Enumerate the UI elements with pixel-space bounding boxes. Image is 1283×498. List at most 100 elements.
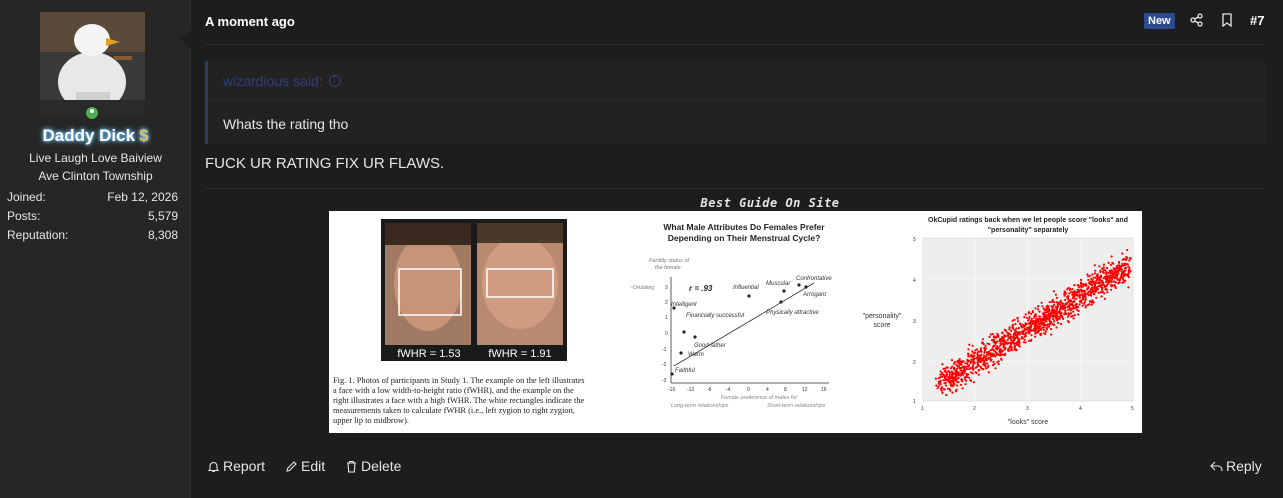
scatter-point	[1067, 308, 1070, 311]
svg-text:-16: -16	[668, 387, 675, 393]
scatter-point	[1127, 271, 1130, 274]
svg-text:3: 3	[1026, 406, 1029, 412]
scatter-point	[999, 348, 1003, 351]
svg-text:-8: -8	[707, 387, 712, 393]
scatter-point	[974, 366, 977, 369]
scatter-point	[1054, 293, 1057, 296]
scatter-point	[1040, 301, 1043, 304]
scatter-point	[1053, 303, 1056, 306]
scatter-point	[973, 361, 976, 365]
post-number[interactable]: #7	[1250, 13, 1264, 28]
post-image[interactable]: fWHR = 1.53 fWHR = 1.91 Fig. 1. Photos o…	[329, 211, 1142, 433]
scatter-point	[972, 381, 975, 384]
scatter-point	[1110, 277, 1113, 280]
scatter-point	[1029, 323, 1032, 326]
username[interactable]: Daddy Dick $	[0, 126, 191, 146]
scatter-point	[1013, 318, 1016, 321]
delete-button[interactable]: Delete	[345, 458, 401, 474]
scatter-point	[991, 364, 995, 367]
edit-button[interactable]: Edit	[285, 458, 325, 474]
scatter-point	[986, 352, 990, 355]
scatter-point	[994, 355, 997, 358]
scatter-point	[1018, 338, 1021, 341]
share-icon[interactable]	[1190, 13, 1204, 27]
scatter-point	[1084, 306, 1087, 309]
scatter-point	[952, 377, 955, 380]
scatter-point	[936, 387, 939, 390]
scatter-point	[1106, 274, 1109, 277]
scatter-point	[990, 353, 993, 356]
scatter-point	[1068, 288, 1072, 292]
scatter-point	[945, 393, 948, 397]
scatter-point	[981, 338, 985, 341]
scatter-point	[1087, 278, 1090, 282]
scatter-point	[1105, 271, 1108, 274]
reply-button[interactable]: Reply	[1210, 458, 1262, 474]
scatter-point	[1018, 332, 1021, 335]
scatter-point	[1066, 288, 1069, 291]
scatter-point	[1044, 311, 1048, 314]
scatter-point	[960, 378, 963, 381]
scatter-point	[1001, 337, 1004, 340]
avatar[interactable]	[40, 12, 145, 117]
scatter-point	[1000, 358, 1003, 361]
chart2-ovulating: ~Ovulating	[630, 285, 654, 291]
scatter-point	[1102, 271, 1105, 274]
scatter-point	[976, 351, 979, 354]
scatter-point	[1059, 307, 1062, 310]
scatter-point	[995, 341, 998, 344]
online-status-icon	[84, 105, 100, 121]
chart2-title-line2: Depending on Their Menstrual Cycle?	[668, 233, 821, 243]
quote-author[interactable]: wizardious said:	[223, 73, 341, 89]
scatter-point	[1117, 282, 1120, 285]
scatter-point	[1002, 353, 1005, 356]
scatter-point	[1055, 308, 1059, 311]
scatter-point	[951, 371, 954, 374]
bookmark-icon[interactable]	[1220, 13, 1234, 27]
scatter-point	[996, 334, 1000, 337]
scatter-point	[1082, 298, 1085, 301]
chart2-ylabel1: Fertility status of	[649, 258, 690, 264]
quote-block: wizardious said: Whats the rating tho	[205, 61, 1266, 144]
scatter-point	[957, 362, 961, 365]
scatter-point	[941, 386, 944, 389]
scatter-point	[1052, 318, 1055, 321]
post-timestamp[interactable]: A moment ago	[205, 14, 295, 29]
scatter-point	[1051, 314, 1054, 317]
scatter-point	[1058, 310, 1061, 313]
scatter-point	[1040, 332, 1043, 335]
scatter-point	[1091, 299, 1094, 302]
scatter-point	[976, 361, 979, 364]
header-divider	[205, 44, 1266, 45]
scatter-point	[1016, 343, 1020, 346]
scatter-point	[1095, 274, 1099, 277]
report-button[interactable]: Report	[207, 458, 265, 474]
scatter-point	[982, 368, 985, 371]
scatter-point	[951, 391, 954, 394]
scatter-point	[962, 370, 965, 373]
scatter-point	[1020, 336, 1024, 339]
scatter-point	[1103, 297, 1106, 300]
scatter-point	[1089, 293, 1092, 296]
svg-text:-12: -12	[687, 387, 694, 393]
scatter-point	[1100, 267, 1104, 270]
scatter-point	[1017, 327, 1021, 330]
scatter-point	[1098, 280, 1101, 283]
scatter-point	[1071, 314, 1074, 318]
fwhr-left-label: fWHR = 1.53	[397, 348, 460, 360]
go-to-quote-icon[interactable]	[328, 73, 341, 87]
scatter-point	[1036, 308, 1040, 311]
scatter-point	[1067, 298, 1070, 301]
scatter-point	[1042, 328, 1045, 331]
scatter-point	[973, 354, 976, 357]
scatter-point	[955, 367, 959, 370]
scatter-point	[959, 369, 962, 372]
scatter-point	[1045, 320, 1048, 323]
scatter-point	[1101, 279, 1104, 282]
scatter-point	[1126, 257, 1129, 260]
scatter-point	[1064, 298, 1067, 302]
scatter-point	[1063, 307, 1066, 310]
svg-text:12: 12	[802, 387, 808, 393]
scatter-point	[1030, 334, 1033, 337]
stat-reputation: Reputation: 8,308	[7, 228, 178, 242]
